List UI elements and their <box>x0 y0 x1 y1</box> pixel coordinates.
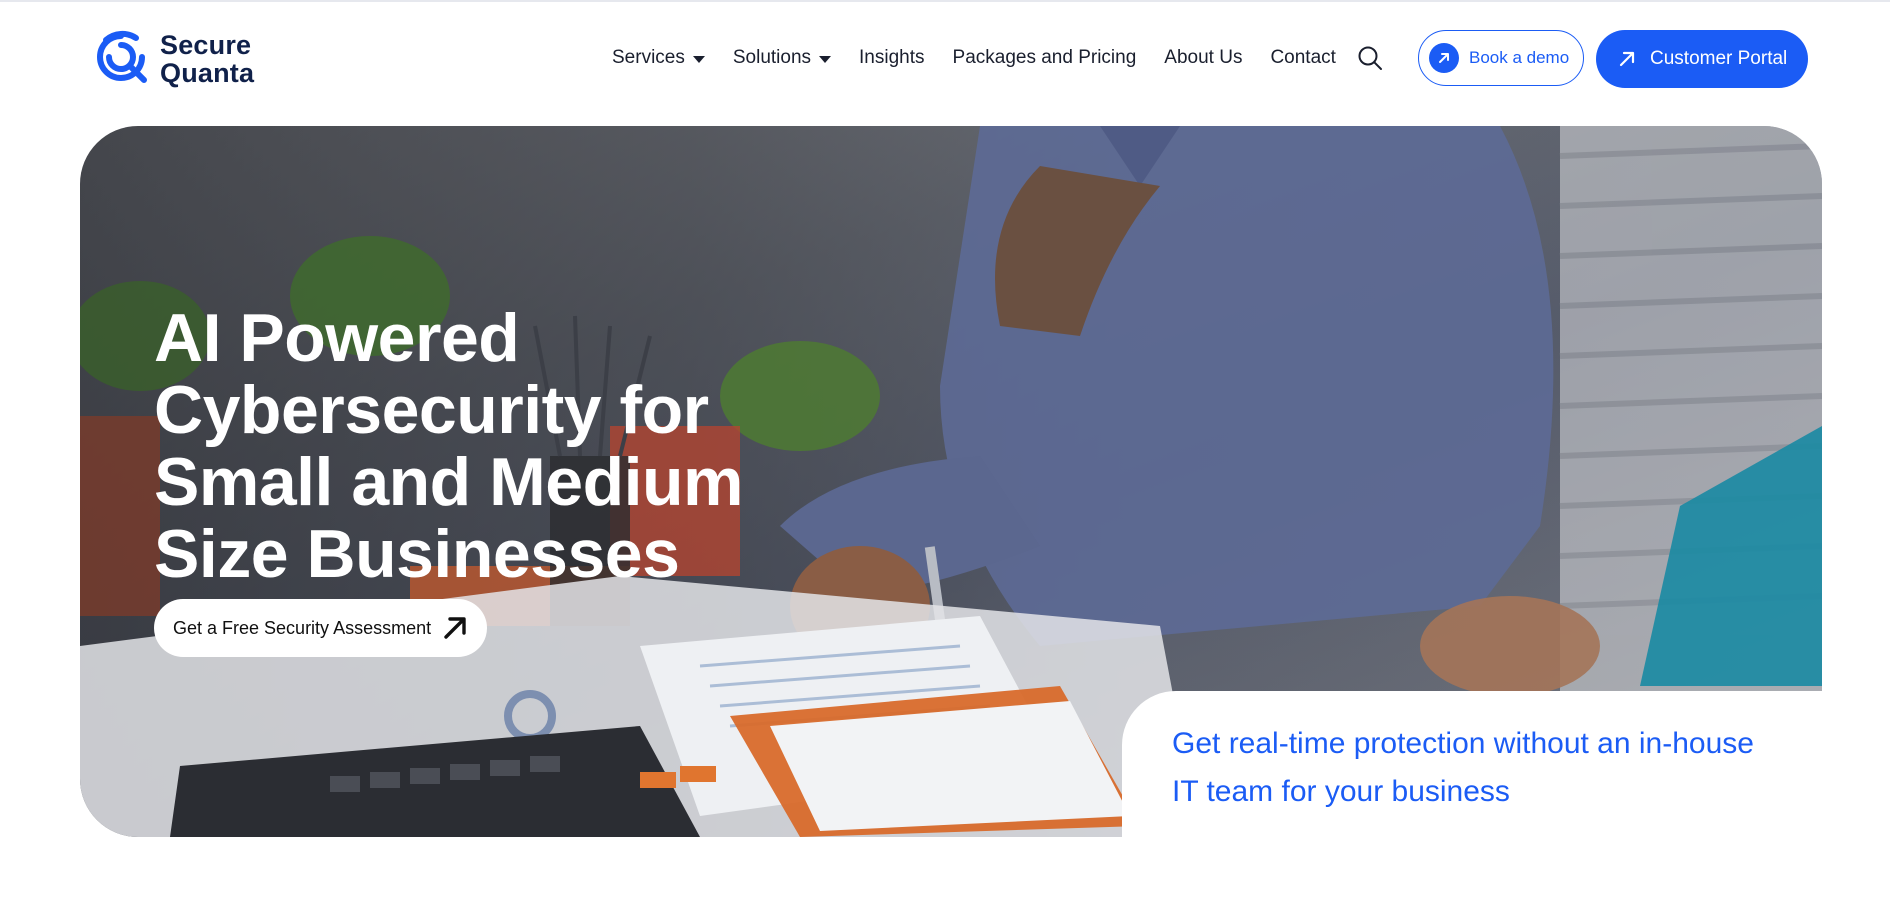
caret-down-icon <box>692 56 705 63</box>
nav-label: Contact <box>1270 47 1336 68</box>
brand-logo[interactable]: Secure Quanta <box>92 30 254 88</box>
hero-title-line-2: Cybersecurity for <box>154 372 709 448</box>
nav-item-insights[interactable]: Insights <box>859 47 924 69</box>
customer-portal-button[interactable]: Customer Portal <box>1596 30 1808 88</box>
nav-label: Insights <box>859 47 925 68</box>
book-demo-button[interactable]: Book a demo <box>1418 30 1584 86</box>
site-header: Secure Quanta Services Solutions Insight… <box>0 0 1890 120</box>
hero-tagline-line-2: IT team for your business <box>1172 775 1510 808</box>
nav-item-services[interactable]: Services <box>612 47 705 69</box>
secure-quanta-logo-icon <box>97 30 147 83</box>
hero-tagline-line-1: Get real-time protection without an in-h… <box>1172 727 1754 760</box>
brand-line-1: Secure <box>160 30 252 60</box>
nav-label: Services <box>612 47 685 68</box>
caret-down-icon <box>819 56 832 63</box>
nav-label: Solutions <box>732 47 812 68</box>
brand-name: Secure Quanta <box>160 31 254 87</box>
customer-portal-label: Customer Portal <box>1650 48 1788 69</box>
hero-title-line-3: Small and Medium <box>154 444 744 520</box>
arrow-up-right-icon <box>1618 50 1636 68</box>
hero-title-line-1: AI Powered <box>154 300 520 376</box>
free-assessment-button[interactable]: Get a Free Security Assessment <box>154 599 488 657</box>
arrow-up-right-icon <box>1429 43 1459 73</box>
nav-item-solutions[interactable]: Solutions <box>732 47 832 69</box>
hero-title: AI Powered Cybersecurity for Small and M… <box>154 302 854 590</box>
book-demo-label: Book a demo <box>1469 48 1570 67</box>
nav-label: About Us <box>1164 47 1243 68</box>
hero-tagline: Get real-time protection without an in-h… <box>1172 720 1802 816</box>
free-assessment-label: Get a Free Security Assessment <box>173 617 432 638</box>
main-nav: Services Solutions Insights Packages and… <box>612 47 1364 69</box>
nav-label: Packages and Pricing <box>952 47 1137 68</box>
nav-item-about-us[interactable]: About Us <box>1164 47 1242 69</box>
search-icon <box>1358 46 1382 70</box>
brand-line-2: Quanta <box>160 58 255 88</box>
arrow-up-right-icon <box>441 614 469 642</box>
nav-item-packages-pricing[interactable]: Packages and Pricing <box>953 47 1137 69</box>
nav-item-contact[interactable]: Contact <box>1270 47 1335 69</box>
hero-title-line-4: Size Businesses <box>154 516 680 592</box>
search-button[interactable] <box>1356 44 1384 72</box>
